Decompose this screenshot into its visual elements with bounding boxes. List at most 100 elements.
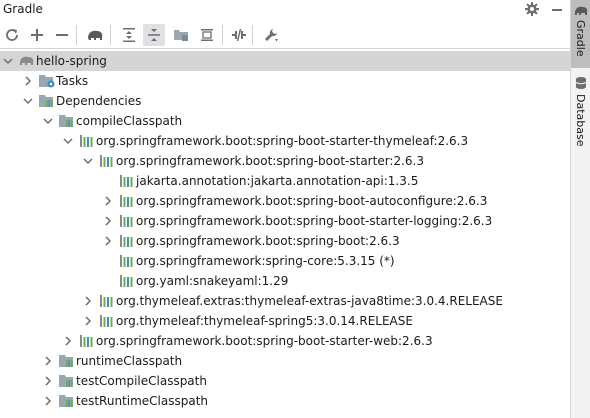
chevron-down-icon[interactable] — [42, 115, 54, 127]
tree-node[interactable]: Dependencies — [0, 91, 570, 111]
tree-node[interactable]: Tasks — [0, 71, 570, 91]
database-tab-label: Database — [574, 94, 587, 147]
gear-icon[interactable] — [524, 1, 540, 17]
tree-node-label: org.springframework.boot:spring-boot:2.6… — [136, 234, 400, 248]
tree-node-label: org.springframework.boot:spring-boot-sta… — [116, 154, 424, 168]
tree-node[interactable]: org.springframework.boot:spring-boot-sta… — [0, 151, 570, 171]
tree-node-label: Tasks — [56, 74, 89, 88]
tree-node[interactable]: testRuntimeClasspath — [0, 391, 570, 411]
tree-node[interactable]: org.springframework.boot:spring-boot:2.6… — [0, 231, 570, 251]
tool-window-title: Gradle — [3, 2, 43, 16]
tree-node-label: org.springframework.boot:spring-boot-aut… — [136, 194, 488, 208]
elephant-icon — [86, 27, 104, 43]
minus-icon — [54, 27, 70, 43]
tree-node-label: org.thymeleaf.extras:thymeleaf-extras-ja… — [116, 294, 503, 308]
tasks-folder-icon — [39, 74, 55, 88]
tree-node[interactable]: org.springframework.boot:spring-boot-sta… — [0, 331, 570, 351]
chevron-right-icon[interactable] — [102, 195, 114, 207]
library-icon — [119, 194, 135, 208]
tree-node-label: compileClasspath — [76, 114, 183, 128]
chevron-right-icon[interactable] — [62, 335, 74, 347]
tree-node-label: org.springframework.boot:spring-boot-sta… — [96, 134, 469, 148]
tree-node-label: testRuntimeClasspath — [76, 394, 209, 408]
minimize-icon[interactable] — [549, 1, 565, 17]
chevron-down-icon[interactable] — [22, 95, 34, 107]
library-icon — [99, 314, 115, 328]
toolbar-separator — [252, 25, 253, 45]
collapse-all-icon — [146, 27, 162, 43]
chevron-right-icon[interactable] — [42, 355, 54, 367]
dependencies-folder-icon — [39, 94, 55, 108]
chevron-right-icon[interactable] — [22, 75, 34, 87]
library-icon — [119, 254, 135, 268]
configuration-icon — [59, 354, 75, 368]
gradle-elephant-icon — [575, 6, 588, 15]
chevron-down-icon[interactable] — [2, 55, 14, 67]
chevron-down-icon[interactable] — [82, 155, 94, 167]
tree-node-label: testCompileClasspath — [76, 374, 207, 388]
database-icon — [575, 77, 587, 89]
toolbar-separator — [76, 25, 77, 45]
library-icon — [99, 154, 115, 168]
group-modules-button[interactable] — [170, 24, 192, 46]
wrench-icon — [263, 27, 279, 43]
tree-node[interactable]: jakarta.annotation:jakarta.annotation-ap… — [0, 171, 570, 191]
chevron-right-icon[interactable] — [82, 315, 94, 327]
build-tool-settings-button[interactable] — [260, 24, 282, 46]
chevron-right-icon[interactable] — [42, 375, 54, 387]
tree-node[interactable]: org.springframework.boot:spring-boot-sta… — [0, 211, 570, 231]
configuration-icon — [59, 114, 75, 128]
gradle-toolbar — [0, 21, 570, 49]
chevron-right-icon[interactable] — [42, 395, 54, 407]
collapse-all-button[interactable] — [143, 24, 165, 46]
show-dependencies-button[interactable] — [196, 24, 218, 46]
tree-node-label: org.springframework:spring-core:5.3.15 (… — [136, 254, 395, 268]
refresh-icon — [4, 27, 20, 43]
chevron-right-icon[interactable] — [82, 295, 94, 307]
chevron-down-icon[interactable] — [62, 135, 74, 147]
tool-window-header: Gradle — [0, 0, 570, 19]
library-icon — [119, 234, 135, 248]
tree-node[interactable]: hello-spring — [0, 51, 570, 71]
tree-node[interactable]: org.yaml:snakeyaml:1.29 — [0, 271, 570, 291]
tree-node[interactable]: org.springframework:spring-core:5.3.15 (… — [0, 251, 570, 271]
tree-node[interactable]: org.thymeleaf:thymeleaf-spring5:3.0.14.R… — [0, 311, 570, 331]
library-icon — [119, 274, 135, 288]
tree-node[interactable]: runtimeClasspath — [0, 351, 570, 371]
tree-node-label: org.springframework.boot:spring-boot-sta… — [136, 214, 493, 228]
expand-all-button[interactable] — [118, 24, 140, 46]
library-icon — [99, 294, 115, 308]
tree-node[interactable]: org.springframework.boot:spring-boot-aut… — [0, 191, 570, 211]
tree-node[interactable]: compileClasspath — [0, 111, 570, 131]
configuration-icon — [59, 394, 75, 408]
gradle-tool-window: Gradle hello-spring Tasks Dependencies comp… — [0, 0, 570, 418]
unlink-gradle-project-button[interactable] — [51, 24, 73, 46]
library-icon — [79, 134, 95, 148]
gradle-project-icon — [19, 54, 35, 68]
tree-node-label: org.yaml:snakeyaml:1.29 — [136, 274, 289, 288]
chevron-right-icon[interactable] — [102, 215, 114, 227]
tree-node-label: jakarta.annotation:jakarta.annotation-ap… — [136, 174, 419, 188]
tree-node[interactable]: testCompileClasspath — [0, 371, 570, 391]
folder-group-icon — [173, 27, 189, 43]
expand-all-icon — [121, 27, 137, 43]
gradle-tab-label: Gradle — [574, 20, 587, 57]
gradle-tab[interactable]: Gradle — [571, 0, 590, 68]
tree-node-label: hello-spring — [36, 54, 107, 68]
chevron-right-icon[interactable] — [102, 235, 114, 247]
tree-node[interactable]: org.thymeleaf.extras:thymeleaf-extras-ja… — [0, 291, 570, 311]
tree-node-label: org.springframework.boot:spring-boot-sta… — [96, 334, 433, 348]
add-gradle-project-button[interactable] — [26, 24, 48, 46]
library-icon — [79, 334, 95, 348]
execute-gradle-task-button[interactable] — [84, 24, 106, 46]
plus-icon — [29, 27, 45, 43]
tree-node[interactable]: org.springframework.boot:spring-boot-sta… — [0, 131, 570, 151]
reload-all-gradle-projects-button[interactable] — [1, 24, 23, 46]
database-tab[interactable]: Database — [571, 74, 590, 147]
tree-node-label: runtimeClasspath — [76, 354, 183, 368]
toolbar-separator — [222, 25, 223, 45]
dependencies-icon — [199, 27, 215, 43]
toggle-offline-mode-button[interactable] — [228, 24, 250, 46]
tree-node-label: org.thymeleaf:thymeleaf-spring5:3.0.14.R… — [116, 314, 413, 328]
library-icon — [119, 214, 135, 228]
